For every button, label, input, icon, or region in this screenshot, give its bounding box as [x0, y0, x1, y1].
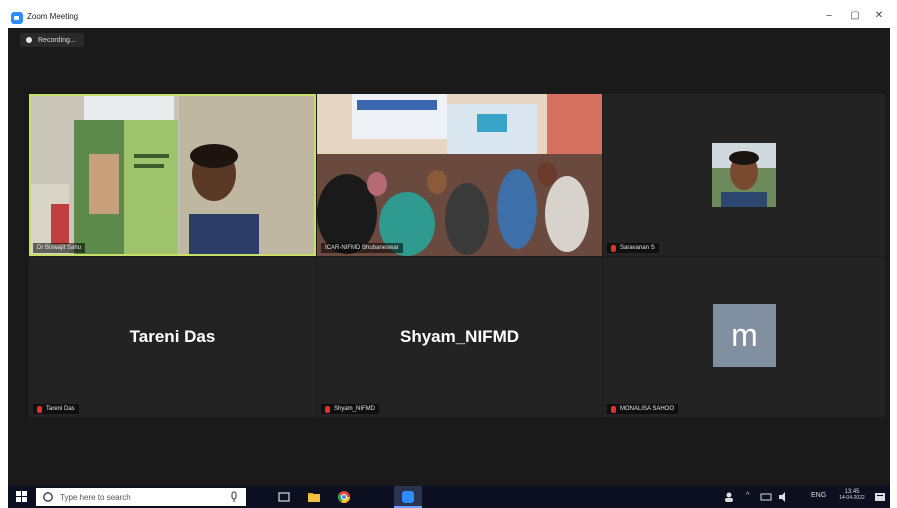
participant-tile-2[interactable]: ICAR-NIFMD Bhubaneswar: [317, 94, 602, 256]
participant-tile-1[interactable]: Dr Biswajit Sahu: [29, 94, 316, 256]
zoom-app-icon: [402, 491, 414, 503]
participant-name-tag: MONALISA SAHOO: [607, 404, 679, 414]
participant-display-name: Tareni Das: [129, 327, 216, 346]
participant-name-tag: Saravanan S: [607, 243, 659, 253]
participant-name-tag: Tareni Das: [33, 404, 79, 414]
minimize-button[interactable]: –: [820, 10, 838, 21]
mic-muted-icon: [37, 405, 42, 413]
window-title: Zoom Meeting: [27, 12, 79, 21]
microphone-icon[interactable]: [230, 491, 238, 503]
participant-name-tag: Dr Biswajit Sahu: [33, 243, 86, 253]
video-feed: [317, 94, 602, 256]
zoom-window: Zoom Meeting – ▢ ✕ Recording... Dr Biswa…: [8, 8, 890, 508]
record-icon: [26, 37, 32, 43]
volume-icon[interactable]: [778, 491, 790, 503]
search-icon: [43, 492, 53, 502]
zoom-taskbar-button[interactable]: [394, 486, 422, 508]
participant-name-tag: Shyam_NIFMD: [321, 404, 380, 414]
maximize-button[interactable]: ▢: [846, 10, 864, 21]
taskbar: Type here to search ^ ENG 13:45 14-04-20…: [8, 486, 890, 508]
participant-profile-picture: [603, 94, 885, 256]
participant-name: Tareni Das: [46, 406, 75, 412]
notification-icon[interactable]: [874, 491, 886, 503]
avatar: m: [713, 304, 776, 367]
participant-name: ICAR-NIFMD Bhubaneswar: [325, 245, 399, 251]
chevron-up-icon[interactable]: ^: [746, 492, 749, 499]
language-indicator[interactable]: ENG: [811, 492, 826, 499]
recording-indicator[interactable]: Recording...: [20, 33, 84, 47]
clock-date: 14-04-2022: [839, 495, 865, 501]
people-icon[interactable]: [723, 491, 735, 503]
participant-tile-3[interactable]: Saravanan S: [603, 94, 885, 256]
close-button[interactable]: ✕: [870, 10, 888, 21]
mic-muted-icon: [611, 244, 616, 252]
mic-muted-icon: [611, 405, 616, 413]
participant-tile-5[interactable]: Shyam_NIFMD Shyam_NIFMD: [317, 257, 602, 417]
taskbar-search-box[interactable]: Type here to search: [36, 488, 246, 506]
participant-tile-4[interactable]: Tareni Das Tareni Das: [29, 257, 316, 417]
participant-name: Shyam_NIFMD: [334, 406, 376, 412]
recording-label: Recording...: [38, 36, 76, 44]
task-view-icon[interactable]: [278, 491, 290, 503]
video-feed: [29, 94, 316, 256]
title-bar: Zoom Meeting – ▢ ✕: [8, 8, 890, 28]
participant-name: MONALISA SAHOO: [620, 406, 675, 412]
participant-tile-6[interactable]: m MONALISA SAHOO: [603, 257, 885, 417]
zoom-logo-icon: [11, 12, 23, 24]
participant-name: Saravanan S: [620, 245, 655, 251]
file-explorer-icon[interactable]: [308, 491, 320, 503]
participant-name-tag: ICAR-NIFMD Bhubaneswar: [321, 243, 403, 253]
search-placeholder: Type here to search: [60, 492, 131, 502]
participant-name: Dr Biswajit Sahu: [37, 245, 82, 251]
windows-start-icon[interactable]: [16, 491, 28, 503]
clock[interactable]: 13:45 14-04-2022: [834, 489, 870, 501]
participant-display-name: Shyam_NIFMD: [399, 327, 520, 346]
network-icon[interactable]: [760, 491, 772, 503]
chrome-icon[interactable]: [338, 491, 350, 503]
mic-muted-icon: [325, 405, 330, 413]
